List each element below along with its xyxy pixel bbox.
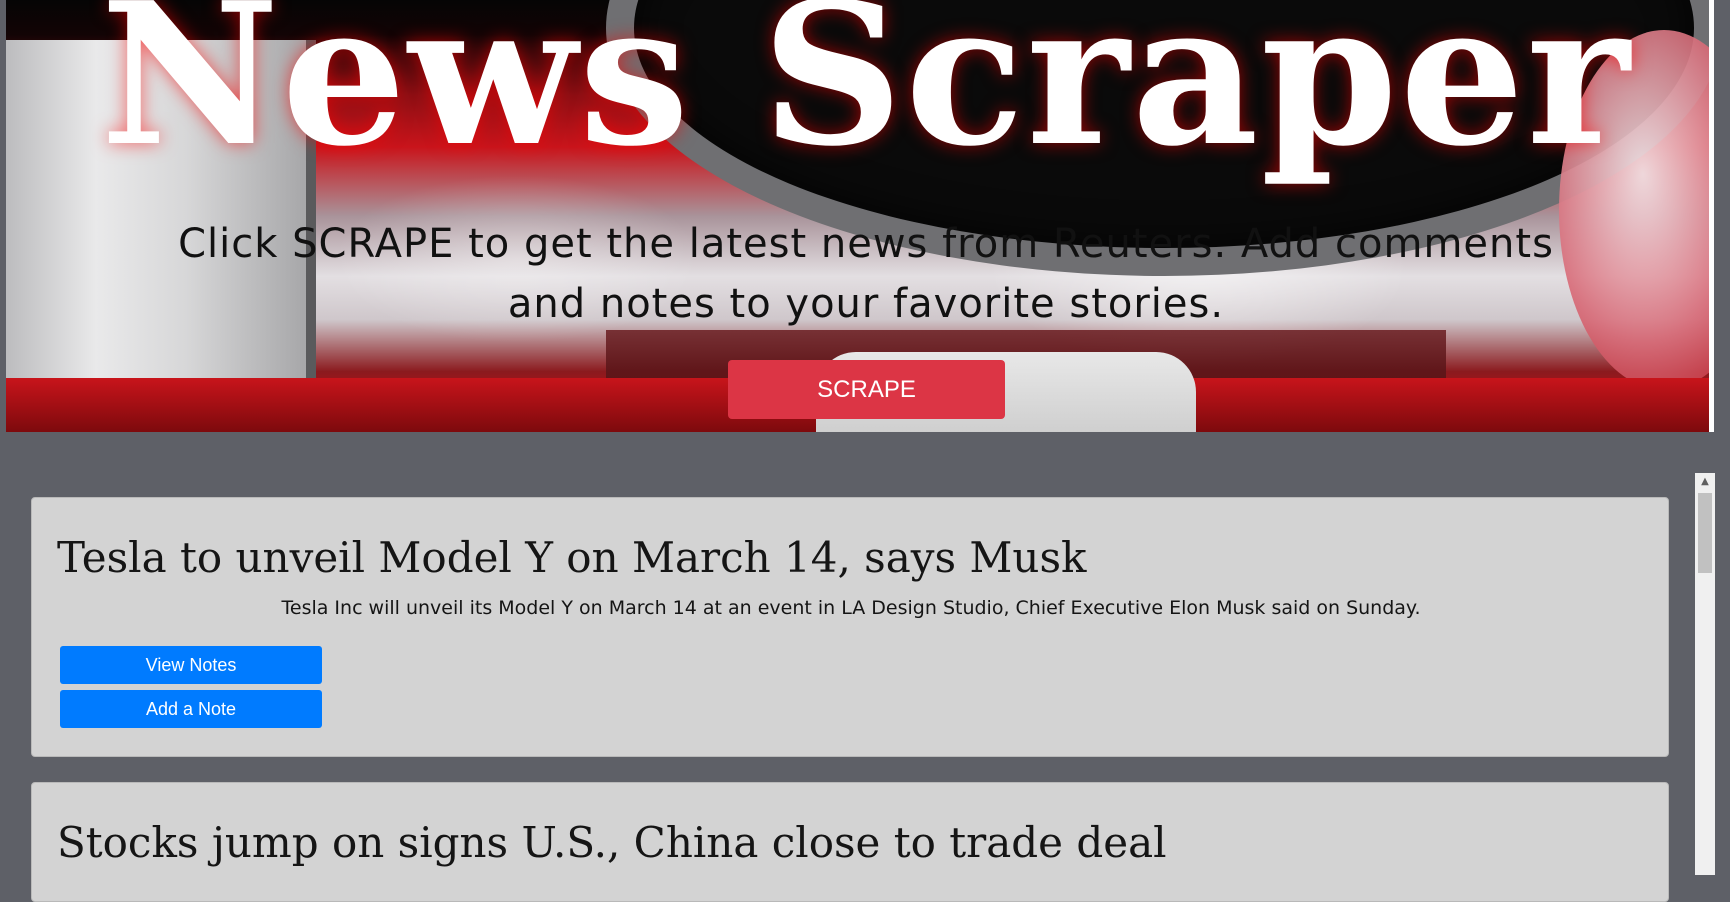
view-notes-button[interactable]: View Notes xyxy=(60,646,322,684)
article-card: Tesla to unveil Model Y on March 14, say… xyxy=(31,497,1669,757)
add-note-button[interactable]: Add a Note xyxy=(60,690,322,728)
hero-banner: News Scraper Click SCRAPE to get the lat… xyxy=(6,0,1709,432)
chevron-up-icon[interactable]: ▲ xyxy=(1695,473,1715,491)
article-headline: Stocks jump on signs U.S., China close t… xyxy=(57,818,1167,867)
page-subtitle: Click SCRAPE to get the latest news from… xyxy=(178,221,1554,327)
vertical-scrollbar[interactable]: ▲ xyxy=(1695,473,1715,875)
article-headline: Tesla to unveil Model Y on March 14, say… xyxy=(57,533,1087,582)
article-card: Stocks jump on signs U.S., China close t… xyxy=(31,782,1669,902)
article-summary: Tesla Inc will unveil its Model Y on Mar… xyxy=(281,597,1421,619)
hero-edge xyxy=(1709,0,1714,432)
page-title: News Scraper xyxy=(100,0,1632,190)
scrollbar-thumb[interactable] xyxy=(1698,493,1712,573)
scrape-button[interactable]: SCRAPE xyxy=(728,360,1005,419)
